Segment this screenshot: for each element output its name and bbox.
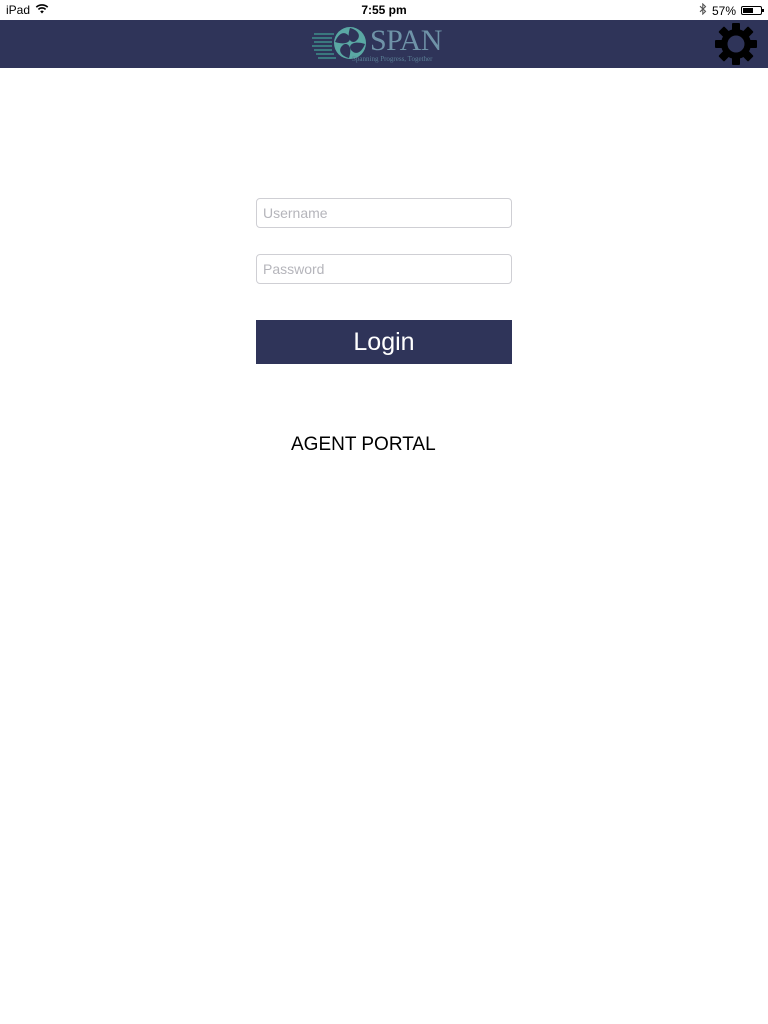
logo-text: SPAN — [370, 24, 442, 57]
span-logo: SPAN Spanning Progress, Together — [312, 22, 462, 66]
battery-percent: 57% — [711, 3, 736, 18]
battery-tip — [762, 9, 764, 12]
app-header: SPAN Spanning Progress, Together — [0, 20, 768, 68]
battery-icon — [741, 6, 764, 15]
status-right: 57% — [699, 2, 764, 18]
login-button[interactable]: Login — [256, 320, 512, 364]
password-field[interactable] — [256, 254, 512, 284]
agent-portal-label: AGENT PORTAL — [291, 434, 436, 455]
login-screen: iPad 7:55 pm 57% SPAN Spanning Progress,… — [0, 0, 768, 1024]
bluetooth-icon — [699, 2, 707, 18]
settings-button[interactable] — [714, 22, 758, 66]
status-time: 7:55 pm — [361, 3, 407, 17]
username-field[interactable] — [256, 198, 512, 228]
status-bar: iPad 7:55 pm 57% — [0, 0, 768, 20]
logo-tagline: Spanning Progress, Together — [352, 55, 433, 63]
gear-icon — [715, 23, 757, 65]
battery-fill — [743, 8, 753, 13]
